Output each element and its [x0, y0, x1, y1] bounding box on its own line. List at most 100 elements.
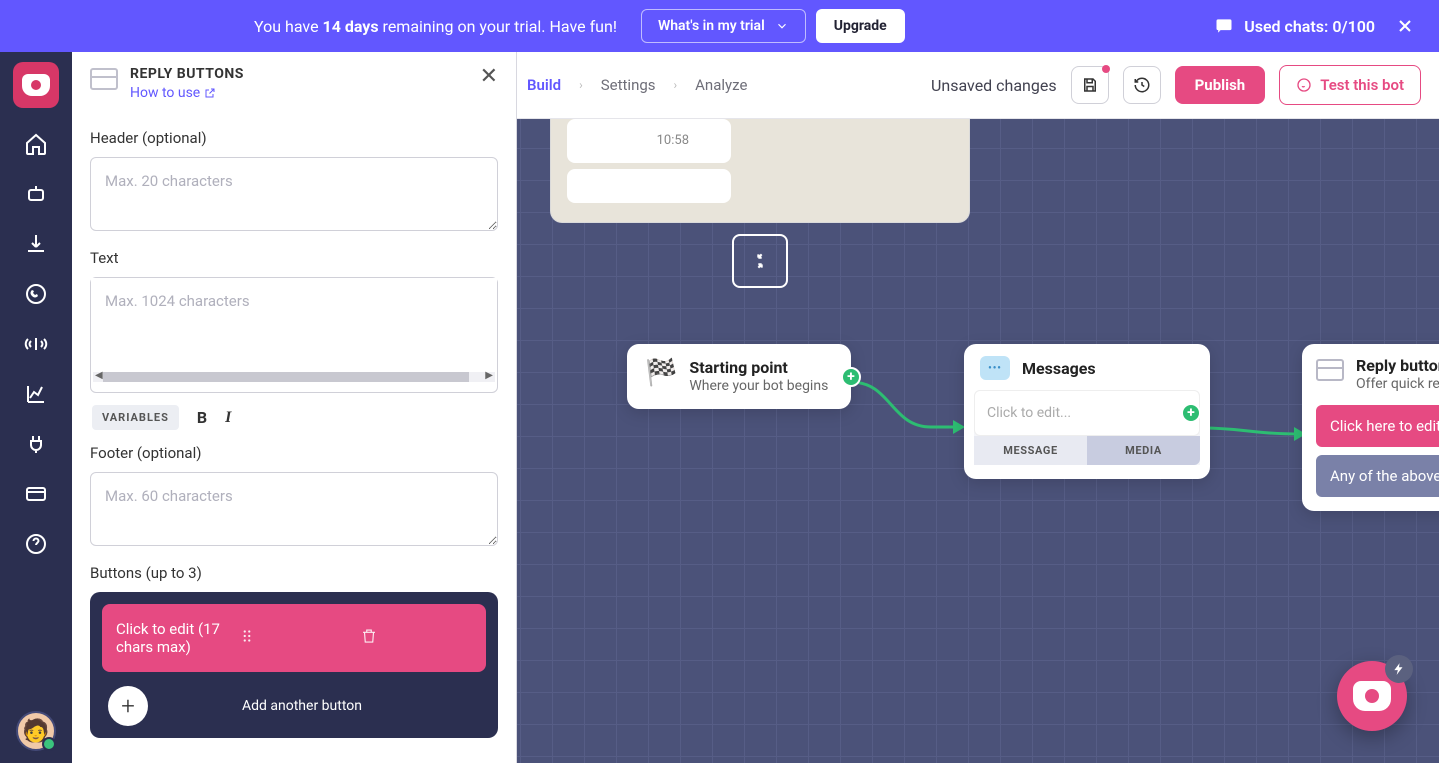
- panel-close-button[interactable]: ✕: [480, 66, 498, 88]
- home-icon[interactable]: [22, 130, 50, 158]
- used-chats-counter: Used chats: 0/100: [1214, 16, 1375, 36]
- trial-btn-label: What's in my trial: [658, 18, 765, 34]
- text-h-scrollbar[interactable]: ◀▶: [93, 372, 495, 382]
- launcher-logo-icon: [1353, 681, 1391, 711]
- card-icon[interactable]: [22, 480, 50, 508]
- bot-icon[interactable]: [22, 180, 50, 208]
- tab-build[interactable]: Build: [527, 76, 561, 94]
- footer-input[interactable]: [90, 472, 498, 546]
- node-messages[interactable]: ••• Messages Click to edit... + MESSAGE …: [964, 344, 1210, 479]
- buttons-field-label: Buttons (up to 3): [90, 564, 498, 582]
- variables-button[interactable]: VARIABLES: [92, 405, 179, 430]
- reply-option-2[interactable]: Any of the above: [1316, 455, 1439, 497]
- history-button[interactable]: [1123, 66, 1161, 104]
- used-chats-label: Used chats:: [1244, 17, 1332, 36]
- tab-analyze[interactable]: Analyze: [695, 76, 747, 94]
- launcher-badge: [1385, 655, 1413, 683]
- save-button[interactable]: [1071, 66, 1109, 104]
- tab-sep-1: ›: [579, 78, 583, 92]
- text-input[interactable]: [91, 278, 497, 368]
- tab-media[interactable]: MEDIA: [1087, 436, 1200, 465]
- delete-button-icon[interactable]: [360, 627, 472, 649]
- trial-banner-text: You have 14 days remaining on your trial…: [254, 17, 617, 36]
- text-format-tools: VARIABLES B I: [90, 405, 498, 430]
- topbar-actions: Unsaved changes Publish Test this bot: [931, 65, 1421, 105]
- trial-days: 14 days: [323, 17, 379, 36]
- header-input[interactable]: [90, 157, 498, 231]
- publish-button[interactable]: Publish: [1175, 66, 1266, 104]
- start-node-title: Starting point: [689, 358, 828, 377]
- add-button-plus-icon[interactable]: +: [108, 686, 148, 726]
- panel-title: REPLY BUTTONS: [130, 66, 244, 82]
- trial-text-post: remaining on your trial. Have fun!: [379, 17, 617, 36]
- broadcast-icon[interactable]: [22, 330, 50, 358]
- add-button-label: Add another button: [164, 698, 480, 714]
- chat-launcher-button[interactable]: [1337, 661, 1407, 731]
- upgrade-button[interactable]: Upgrade: [816, 9, 905, 43]
- app-logo[interactable]: [13, 62, 59, 108]
- preview-timestamp: 10:58: [657, 133, 689, 148]
- messages-edit-placeholder: Click to edit...: [987, 405, 1071, 421]
- chevron-down-icon: [775, 19, 789, 33]
- bold-button[interactable]: B: [197, 408, 207, 427]
- start-node-sub: Where your bot begins: [689, 377, 828, 395]
- node-reply-buttons[interactable]: Reply buttons Offer quick responses Clic…: [1302, 344, 1439, 511]
- left-nav-strip: 🧑: [0, 52, 72, 763]
- header-field-label: Header (optional): [90, 129, 498, 147]
- node-starting-point[interactable]: 🏁 Starting point Where your bot begins +: [627, 344, 851, 409]
- reply-buttons-icon: [90, 68, 118, 90]
- output-port-start[interactable]: +: [841, 367, 861, 387]
- tab-settings[interactable]: Settings: [601, 76, 656, 94]
- tab-message[interactable]: MESSAGE: [974, 436, 1087, 465]
- flow-canvas[interactable]: Build › Settings › Analyze Unsaved chang…: [72, 52, 1439, 763]
- preview-bubble-2: [567, 169, 731, 203]
- download-icon[interactable]: [22, 230, 50, 258]
- reply-node-icon: [1316, 359, 1344, 381]
- flag-icon: 🏁: [645, 358, 677, 395]
- collapse-preview-button[interactable]: [732, 234, 788, 288]
- panel-header: REPLY BUTTONS How to use ✕: [72, 52, 516, 109]
- italic-button[interactable]: I: [225, 409, 231, 427]
- close-banner-icon[interactable]: [1395, 16, 1415, 36]
- analytics-icon[interactable]: [22, 380, 50, 408]
- test-bot-button[interactable]: Test this bot: [1279, 65, 1421, 105]
- preview-bubble-1: [567, 119, 731, 163]
- whatsapp-icon[interactable]: [22, 280, 50, 308]
- trial-text-pre: You have: [254, 17, 323, 36]
- footer-field-label: Footer (optional): [90, 444, 498, 462]
- whatsapp-outline-icon: [1296, 77, 1312, 93]
- plugin-icon[interactable]: [22, 430, 50, 458]
- text-input-wrap: ◀▶: [90, 277, 498, 393]
- text-field-label: Text: [90, 249, 498, 267]
- banner-right: Used chats: 0/100: [1214, 16, 1415, 36]
- chat-icon: [1214, 16, 1234, 36]
- reply-button-1-label: Click to edit (17 chars max): [116, 620, 228, 656]
- output-port-messages[interactable]: +: [1181, 403, 1201, 423]
- collapse-arrows-icon: [750, 251, 770, 271]
- reply-buttons-panel: REPLY BUTTONS How to use ✕ Header (optio…: [72, 52, 517, 763]
- topbar-tabs: Build › Settings › Analyze: [527, 76, 747, 94]
- add-button-row[interactable]: + Add another button: [102, 686, 486, 726]
- drag-handle-icon[interactable]: [238, 627, 350, 649]
- messages-node-title: Messages: [1022, 359, 1096, 378]
- tab-sep-2: ›: [674, 78, 678, 92]
- reply-button-item-1[interactable]: Click to edit (17 chars max): [102, 604, 486, 672]
- whats-in-trial-button[interactable]: What's in my trial: [641, 9, 806, 43]
- test-bot-label: Test this bot: [1320, 76, 1404, 94]
- reply-node-title: Reply buttons: [1356, 356, 1439, 375]
- bolt-icon: [1392, 662, 1406, 676]
- help-icon[interactable]: [22, 530, 50, 558]
- used-chats-value: 0/100: [1332, 17, 1375, 36]
- howto-label: How to use: [130, 85, 200, 101]
- connector-start-messages: [851, 372, 981, 442]
- how-to-use-link[interactable]: How to use: [130, 85, 216, 101]
- messages-tabs: MESSAGE MEDIA: [974, 436, 1200, 465]
- external-link-icon: [204, 87, 216, 99]
- connector-messages-reply: [1202, 422, 1312, 452]
- messages-icon: •••: [980, 356, 1010, 380]
- buttons-container: Click to edit (17 chars max) + Add anoth…: [90, 592, 498, 738]
- unsaved-dot-icon: [1102, 65, 1110, 73]
- messages-edit-box[interactable]: Click to edit... +: [974, 390, 1200, 436]
- user-avatar[interactable]: 🧑: [16, 711, 56, 751]
- reply-option-1[interactable]: Click here to edit: [1316, 405, 1439, 447]
